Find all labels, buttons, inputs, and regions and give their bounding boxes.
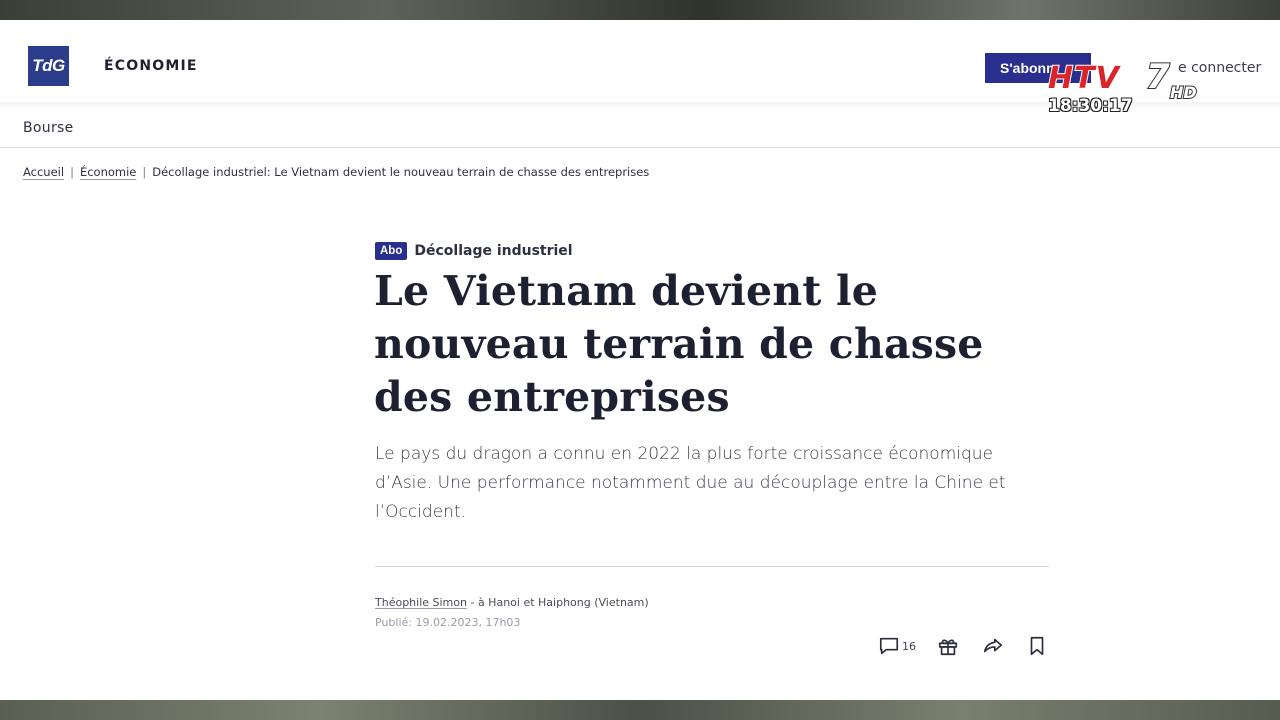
breadcrumb-separator: | — [142, 165, 147, 179]
breadcrumb-economie[interactable]: Économie — [80, 165, 136, 179]
bookmark-button[interactable] — [1026, 634, 1048, 658]
video-frame-top — [0, 0, 1280, 20]
comment-count: 16 — [902, 639, 916, 653]
breadcrumb-current: Décollage industriel: Le Vietnam devient… — [152, 165, 650, 179]
byline-location: - à Hanoi et Haiphong (Vietnam) — [466, 596, 649, 609]
breadcrumb-separator: | — [70, 165, 74, 179]
subnav-divider — [0, 147, 1280, 148]
share-icon — [983, 638, 1003, 653]
site-logo[interactable]: TdG — [28, 46, 69, 86]
channel-number: 7 — [1146, 58, 1170, 97]
article-lead: Le pays du dragon a connu en 2022 la plu… — [375, 444, 1006, 522]
article-page: TdG ÉCONOMIE S'abonn e connecter Bourse … — [0, 20, 1280, 700]
article-kicker: Abo Décollage industriel — [375, 242, 573, 260]
share-button[interactable] — [982, 634, 1004, 658]
comments-button[interactable]: 16 — [878, 634, 916, 658]
video-frame-bottom — [0, 700, 1280, 720]
abo-badge: Abo — [375, 242, 408, 260]
channel-hd: HD — [1170, 83, 1197, 102]
article-headline: Le Vietnam devient le nouveau terrain de… — [374, 267, 984, 421]
byline: Théophile Simon - à Hanoi et Haiphong (V… — [375, 596, 649, 609]
gift-icon — [938, 639, 958, 656]
logo-text: TdG — [32, 56, 65, 75]
subnav-item-bourse[interactable]: Bourse — [23, 120, 74, 136]
breadcrumb-home[interactable]: Accueil — [23, 165, 64, 179]
kicker-label: Décollage industriel — [414, 243, 573, 259]
comment-icon — [879, 637, 899, 655]
author-link[interactable]: Théophile Simon — [375, 596, 467, 609]
gift-button[interactable] — [937, 634, 959, 658]
channel-letters: HTV — [1048, 61, 1122, 96]
published-date: Publié: 19.02.2023, 17h03 — [375, 616, 521, 629]
bookmark-icon — [1030, 636, 1044, 656]
section-title[interactable]: ÉCONOMIE — [104, 58, 198, 74]
broadcast-clock: 18:30:17 — [1048, 96, 1133, 116]
breadcrumb: Accueil | Économie | Décollage industrie… — [23, 165, 649, 179]
article-divider — [375, 566, 1049, 567]
